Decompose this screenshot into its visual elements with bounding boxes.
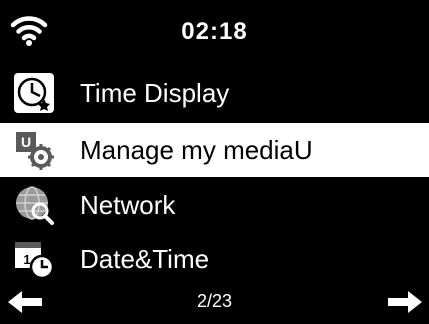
arrow-right-icon[interactable] <box>386 290 424 314</box>
menu-item-label: Manage my mediaU <box>80 135 313 165</box>
menu-item-manage-my-mediau[interactable]: U Manage my mediaU <box>0 123 429 177</box>
page-indicator: 2/23 <box>196 291 233 311</box>
calendar-clock-icon: 1 <box>15 242 55 280</box>
clock-time: 02:18 <box>181 18 248 45</box>
menu-item-label: Date&Time <box>80 244 210 274</box>
status-bar: 02:18 <box>0 0 429 62</box>
menu-item-label: Time Display <box>80 78 230 108</box>
device-screen: 02:18 Time Display U Manage my mediaU Ne… <box>0 0 429 324</box>
menu-item-label: Network <box>80 190 176 220</box>
menu-item-time-display[interactable]: Time Display <box>0 66 429 120</box>
svg-text:1: 1 <box>23 252 30 267</box>
menu-item-network[interactable]: Network <box>0 178 429 232</box>
menu-item-date-time[interactable]: 1 Date&Time <box>0 232 429 286</box>
mediau-settings-icon: U <box>16 132 54 170</box>
svg-text:U: U <box>21 134 31 150</box>
clock-icon <box>14 73 54 113</box>
network-globe-icon <box>16 186 54 225</box>
footer-bar: 2/23 <box>0 282 429 322</box>
